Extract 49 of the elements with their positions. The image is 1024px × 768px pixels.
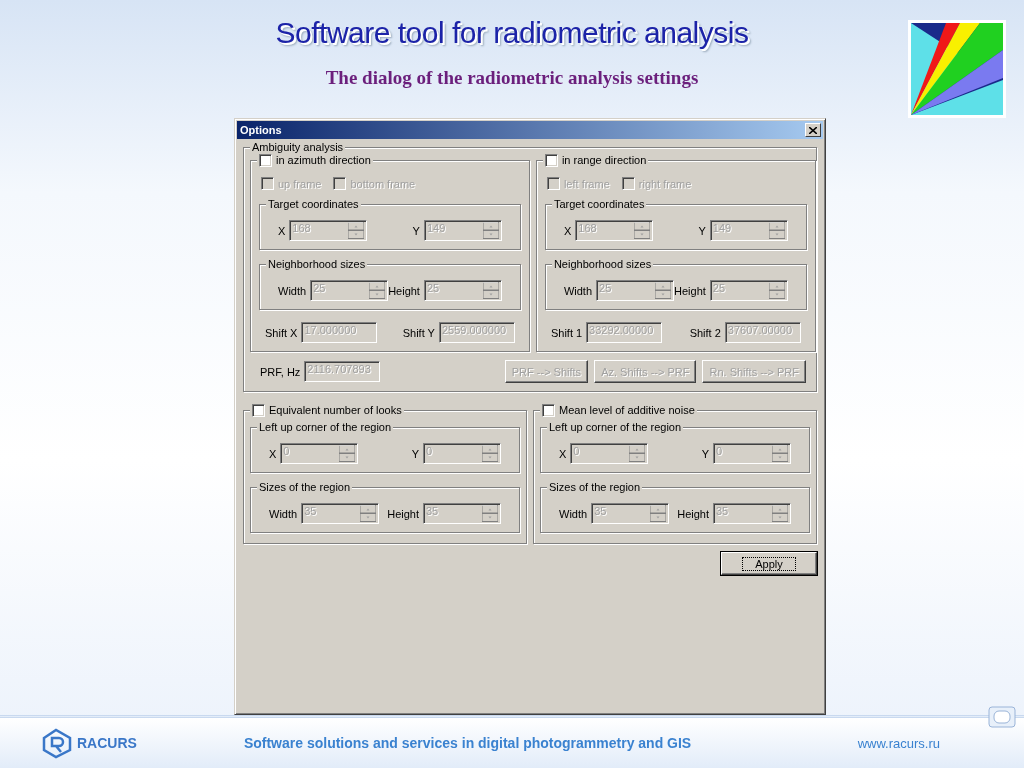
field-label: Height xyxy=(387,507,419,520)
brand-logo-icon xyxy=(40,726,74,760)
field-label: X xyxy=(559,447,567,460)
frame-icon xyxy=(988,706,1016,728)
group-label: Neighborhood sizes xyxy=(553,257,652,271)
field-label: Y xyxy=(412,224,420,237)
field-label: Y xyxy=(411,447,419,460)
window-title: Options xyxy=(240,124,282,136)
checkbox[interactable] xyxy=(259,153,272,167)
field-label: Shift X xyxy=(265,326,298,339)
field-label: PRF, Hz xyxy=(260,365,301,378)
field-label: Y xyxy=(701,447,709,460)
group-label: Left up corner of the region xyxy=(549,420,682,434)
checkbox-label: in azimuth direction xyxy=(276,153,371,167)
group-label: Target coordinates xyxy=(268,197,359,211)
field-label: Width xyxy=(559,507,588,520)
group-label: Sizes of the region xyxy=(549,480,641,494)
close-icon xyxy=(809,126,817,134)
field-label: X xyxy=(563,224,572,237)
field-label: Width xyxy=(269,507,298,520)
checkbox-label: in range direction xyxy=(561,153,647,167)
checkbox[interactable] xyxy=(544,153,558,167)
field-label: Height xyxy=(677,507,709,520)
close-button[interactable] xyxy=(805,123,821,137)
field-label: X xyxy=(278,224,286,237)
checkbox[interactable] xyxy=(252,403,265,417)
group-label: Left up corner of the region xyxy=(259,420,392,434)
checkbox-label: Equivalent number of looks xyxy=(269,403,402,417)
footer-tagline: Software solutions and services in digital photogrammetry and GIS xyxy=(243,735,692,751)
field-label: Shift 1 xyxy=(550,326,583,339)
field-label: Height xyxy=(388,284,420,297)
checkbox[interactable] xyxy=(542,403,555,417)
field-label: Y xyxy=(698,224,706,237)
footer-url: www.racurs.ru xyxy=(857,735,940,751)
field-label: Width xyxy=(278,284,307,297)
group-label: Sizes of the region xyxy=(259,480,351,494)
group-label: Ambiguity analysis xyxy=(252,140,344,154)
apply-button[interactable]: Apply xyxy=(721,552,817,575)
brand-name: RACURS xyxy=(77,735,137,751)
field-label: Shift Y xyxy=(402,326,435,339)
group-label: Target coordinates xyxy=(553,197,645,211)
group-label: Neighborhood sizes xyxy=(268,257,366,271)
field-label: Height xyxy=(674,284,706,297)
checkbox-label: Mean level of additive noise xyxy=(559,403,695,417)
field-label: Shift 2 xyxy=(689,326,721,339)
field-label: Width xyxy=(563,284,593,297)
slide-subtitle: The dialog of the radiometric analysis settings xyxy=(325,67,699,89)
field-label: X xyxy=(269,447,277,460)
slide-title: Software tool for radiometric analysis xyxy=(275,16,749,50)
